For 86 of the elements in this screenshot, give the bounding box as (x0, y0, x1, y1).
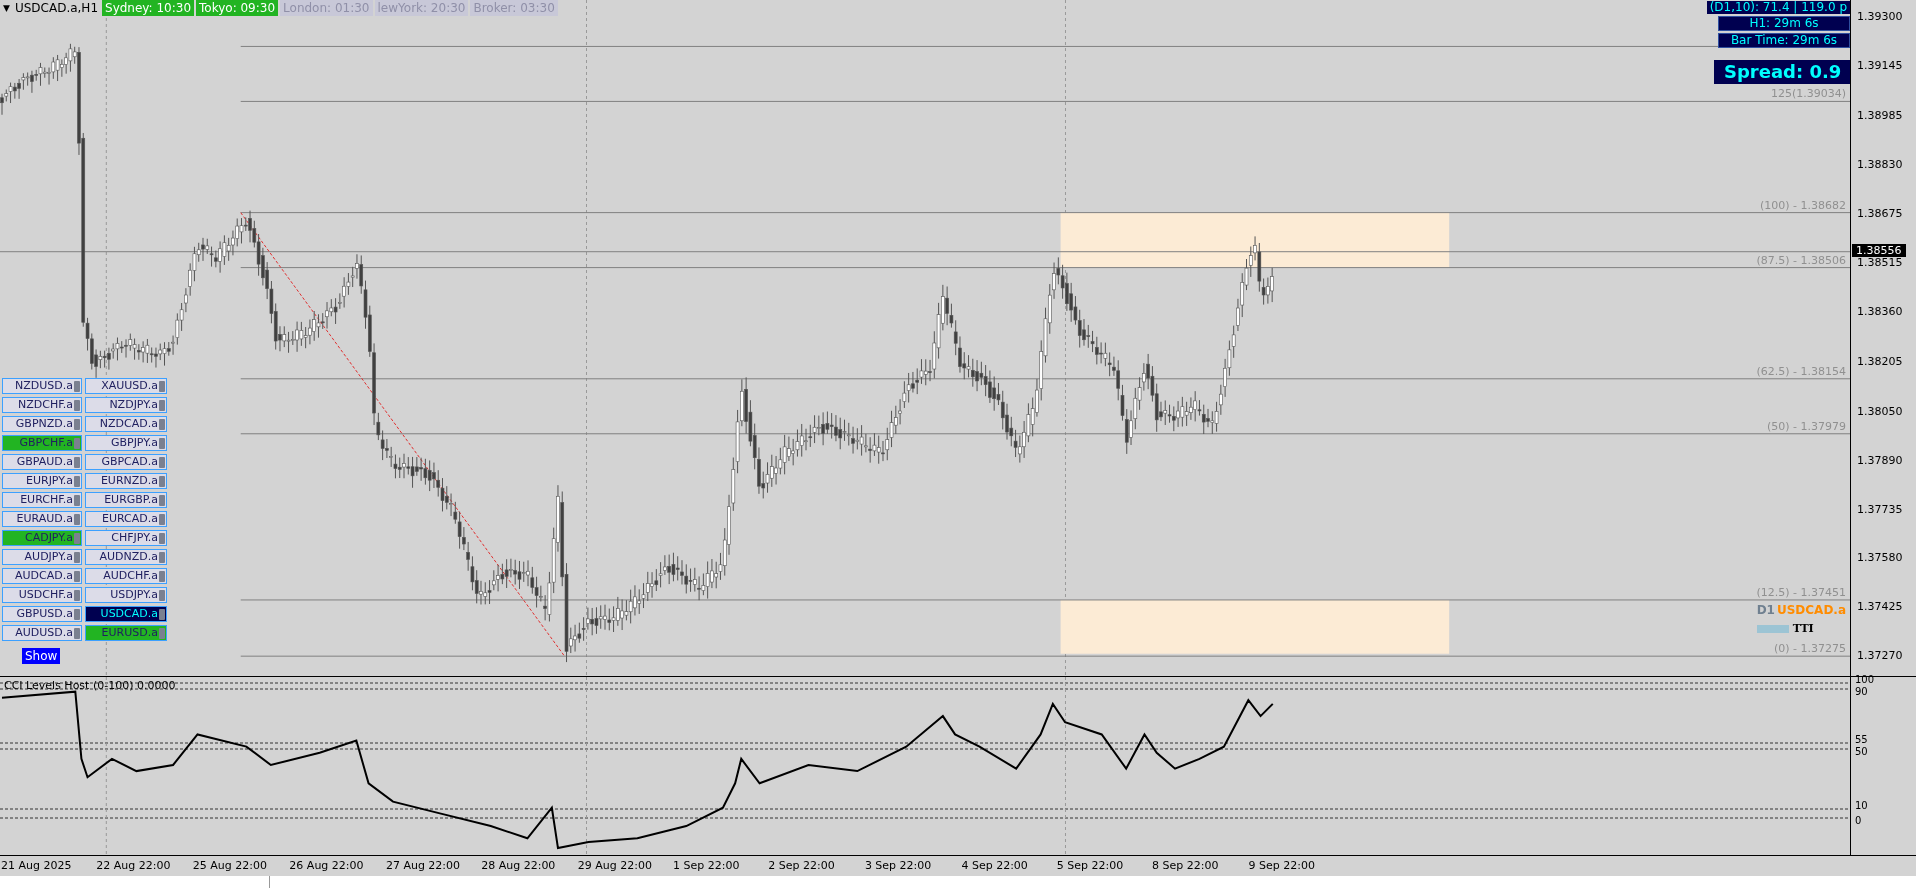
symbol-button[interactable]: GBPJPY.a (85, 435, 167, 451)
indicator-level-tick: 55 (1855, 735, 1868, 745)
indicator-level-tick: 0 (1855, 816, 1862, 826)
fib-level-label: (62.5) - 1.38154 (1756, 364, 1846, 378)
time-tick: 9 Sep 22:00 (1248, 859, 1315, 872)
current-price-label: 1.38556 (1852, 243, 1906, 257)
price-tick: 1.37735 (1857, 503, 1903, 516)
price-tick: 1.37890 (1857, 454, 1903, 467)
symbol-button[interactable]: USDCHF.a (2, 587, 82, 603)
time-tick: 29 Aug 22:00 (577, 859, 652, 872)
indicator-level-tick: 90 (1855, 687, 1868, 697)
time-tick: 26 Aug 22:00 (289, 859, 364, 872)
time-tick: 4 Sep 22:00 (961, 859, 1028, 872)
symbol-button[interactable]: GBPUSD.a (2, 606, 82, 622)
fib-level-label: (87.5) - 1.38506 (1756, 253, 1846, 267)
symbol-button[interactable]: CHFJPY.a (85, 530, 167, 546)
time-tick: 22 Aug 22:00 (96, 859, 171, 872)
price-tick: 1.38050 (1857, 405, 1903, 418)
price-tick: 1.38360 (1857, 305, 1903, 318)
time-tick: 5 Sep 22:00 (1056, 859, 1124, 872)
symbol-button[interactable]: EURJPY.a (2, 473, 82, 489)
symbol-button[interactable]: AUDCHF.a (85, 568, 167, 584)
time-tick: 2 Sep 22:00 (768, 859, 835, 872)
symbol-button[interactable]: EURCHF.a (2, 492, 82, 508)
fib-level-label: (12.5) - 1.37451 (1756, 585, 1846, 599)
symbol-button[interactable]: EURAUD.a (2, 511, 82, 527)
session-badge: London: 01:30 (280, 0, 373, 16)
time-tick: 27 Aug 22:00 (385, 859, 461, 872)
chart-symbol: USDCAD.a,H1 (14, 0, 100, 16)
symbol-button[interactable]: GBPCHF.a (2, 435, 82, 451)
price-tick: 1.39145 (1857, 59, 1903, 72)
symbol-button[interactable]: USDCAD.a (85, 606, 167, 622)
session-badge: Sydney: 10:30 (102, 0, 195, 16)
symbol-button[interactable]: NZDCHF.a (2, 397, 82, 413)
time-tick: 3 Sep 22:00 (864, 859, 932, 872)
time-tick: 21 Aug 2025 (1, 859, 72, 872)
symbol-button[interactable]: AUDJPY.a (2, 549, 82, 565)
symbol-button[interactable]: EURUSD.a (85, 625, 167, 641)
symbol-button[interactable]: NZDUSD.a (2, 378, 82, 394)
price-tick: 1.38830 (1857, 158, 1903, 171)
price-tick: 1.39300 (1857, 11, 1903, 24)
timeframe-label: D1 (1756, 602, 1775, 619)
price-tick: 1.37580 (1857, 552, 1903, 565)
symbol-label: USDCAD.a (1776, 602, 1846, 619)
symbol-button[interactable]: NZDJPY.a (85, 397, 167, 413)
fib-level-label: (100) - 1.38682 (1759, 198, 1846, 212)
symbol-button[interactable]: NZDCAD.a (85, 416, 167, 432)
price-tick: 1.37270 (1857, 650, 1903, 663)
symbol-button[interactable]: AUDNZD.a (85, 549, 167, 565)
symbol-button[interactable]: EURNZD.a (85, 473, 167, 489)
session-badge: Tokyo: 09:30 (196, 0, 279, 16)
range-info: (D1,10): 71.4 | 119.0 p (1706, 1, 1850, 14)
symbol-button[interactable]: XAUUSD.a (85, 378, 167, 394)
fib-level-label: (0) - 1.37275 (1773, 642, 1846, 656)
price-tick: 1.38515 (1857, 256, 1903, 269)
session-badge: Broker: 03:30 (470, 0, 558, 16)
bar-time: Bar Time: 29m 6s (1718, 33, 1850, 48)
indicator-level-tick: 10 (1855, 801, 1868, 811)
symbol-button[interactable]: GBPCAD.a (85, 454, 167, 470)
symbol-button[interactable]: GBPNZD.a (2, 416, 82, 432)
symbol-button[interactable]: AUDUSD.a (2, 625, 82, 641)
legend-swatch (1756, 625, 1789, 634)
price-tick: 1.37425 (1857, 601, 1903, 614)
indicator-title: CCI Levels Host (0-100) 0.0000 (4, 679, 176, 692)
fib-level-label: (50) - 1.37979 (1766, 419, 1846, 433)
indicator-level-tick: 50 (1855, 747, 1868, 757)
symbol-button[interactable]: CADJPY.a (2, 530, 82, 546)
show-button[interactable]: Show (22, 648, 61, 664)
fib-level-label: 125(1.39034) (1770, 87, 1846, 101)
time-tick: 25 Aug 22:00 (192, 859, 267, 872)
dropdown-icon[interactable]: ▼ (0, 0, 13, 16)
time-tick: 8 Sep 22:00 (1152, 859, 1219, 872)
symbol-button[interactable]: USDJPY.a (85, 587, 167, 603)
price-tick: 1.38675 (1857, 207, 1903, 220)
spread-info: Spread: 0.9 (1714, 60, 1850, 84)
symbol-button[interactable]: GBPAUD.a (2, 454, 82, 470)
legend-tag: TTI (1792, 621, 1814, 638)
time-tick: 28 Aug 22:00 (481, 859, 556, 872)
symbol-button[interactable]: EURGBP.a (85, 492, 167, 508)
symbol-button[interactable]: EURCAD.a (85, 511, 167, 527)
symbol-button[interactable]: AUDCAD.a (2, 568, 82, 584)
price-tick: 1.38205 (1857, 355, 1903, 368)
time-tick: 1 Sep 22:00 (673, 859, 740, 872)
price-tick: 1.38985 (1857, 110, 1903, 123)
session-badge: lewYork: 20:30 (374, 0, 469, 16)
timeframe-timer: H1: 29m 6s (1718, 16, 1850, 31)
